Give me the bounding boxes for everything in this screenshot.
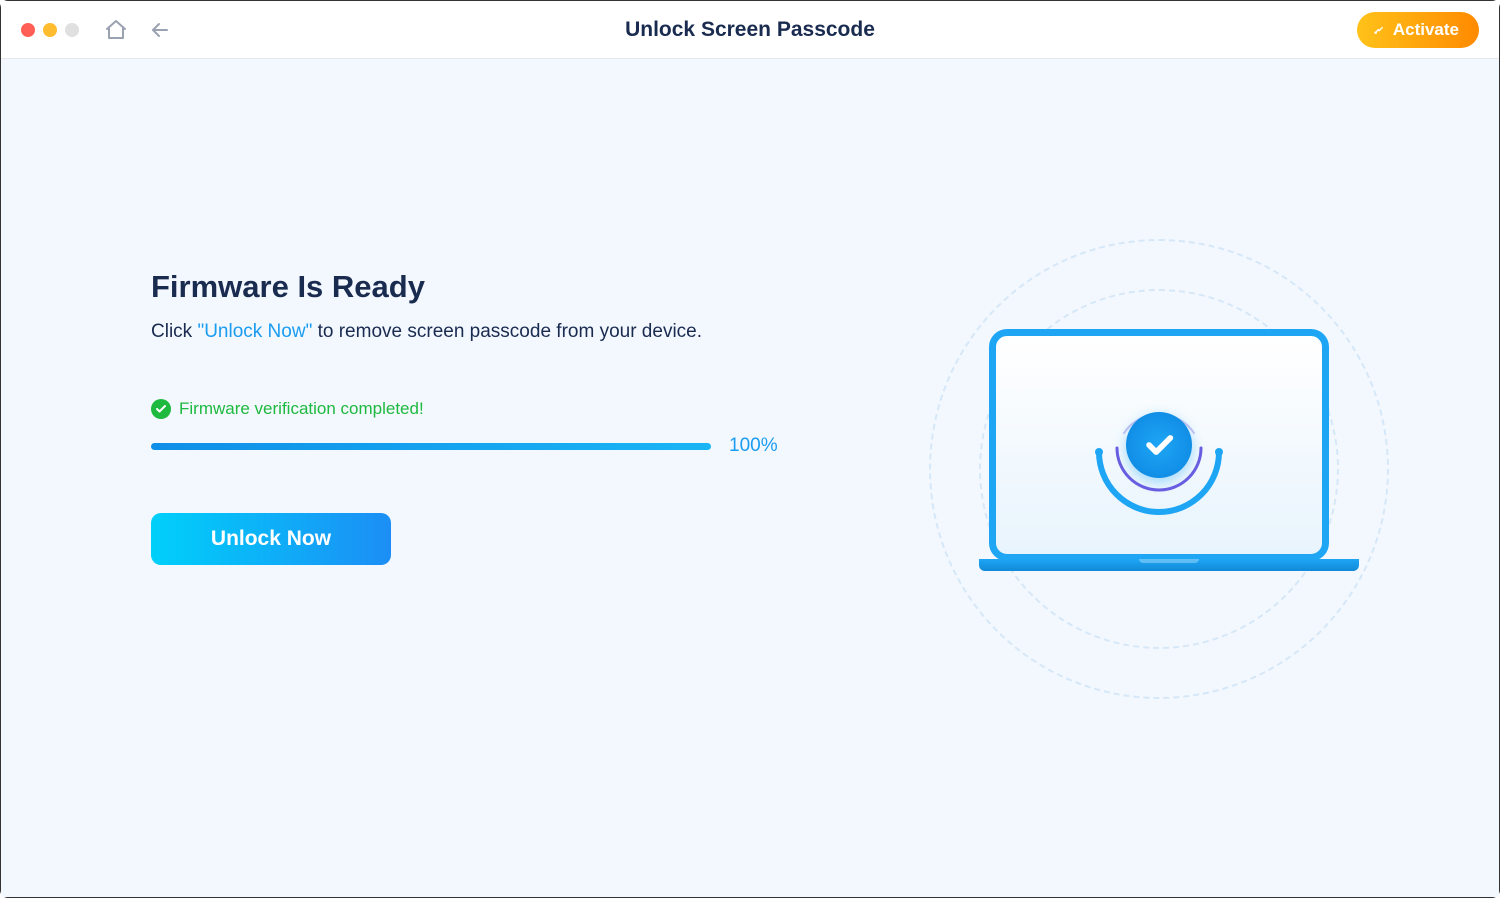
window-controls xyxy=(21,23,79,37)
titlebar: Unlock Screen Passcode Activate xyxy=(1,1,1499,59)
subtext-prefix: Click xyxy=(151,321,197,342)
close-window-button[interactable] xyxy=(21,23,35,37)
laptop-screen xyxy=(989,329,1329,561)
laptop-graphic xyxy=(979,329,1339,599)
page-subtext: Click "Unlock Now" to remove screen pass… xyxy=(151,321,825,343)
checkmark-icon xyxy=(1142,428,1176,462)
subtext-highlight: Unlock Now xyxy=(204,321,305,342)
verification-text: Firmware verification completed! xyxy=(179,399,424,419)
window-title: Unlock Screen Passcode xyxy=(625,18,875,42)
activate-button[interactable]: Activate xyxy=(1357,12,1479,48)
verification-status: Firmware verification completed! xyxy=(151,399,825,419)
page-heading: Firmware Is Ready xyxy=(151,269,825,305)
content-area: Firmware Is Ready Click "Unlock Now" to … xyxy=(1,59,1499,897)
progress-percent: 100% xyxy=(729,435,778,457)
maximize-window-button[interactable] xyxy=(65,23,79,37)
back-button[interactable] xyxy=(147,17,173,43)
subtext-suffix: to remove screen passcode from your devi… xyxy=(312,321,702,342)
success-badge xyxy=(1126,412,1192,478)
progress-row: 100% xyxy=(151,435,825,457)
activate-label: Activate xyxy=(1393,20,1459,40)
unlock-label: Unlock Now xyxy=(211,527,331,550)
main-panel: Firmware Is Ready Click "Unlock Now" to … xyxy=(1,59,825,897)
check-icon xyxy=(151,399,171,419)
screen-content xyxy=(1074,360,1244,530)
progress-bar xyxy=(151,443,711,450)
home-icon xyxy=(104,18,128,42)
unlock-now-button[interactable]: Unlock Now xyxy=(151,513,391,565)
illustration xyxy=(919,229,1399,709)
laptop-base xyxy=(979,559,1359,571)
minimize-window-button[interactable] xyxy=(43,23,57,37)
arrow-left-icon xyxy=(148,18,172,42)
home-button[interactable] xyxy=(103,17,129,43)
